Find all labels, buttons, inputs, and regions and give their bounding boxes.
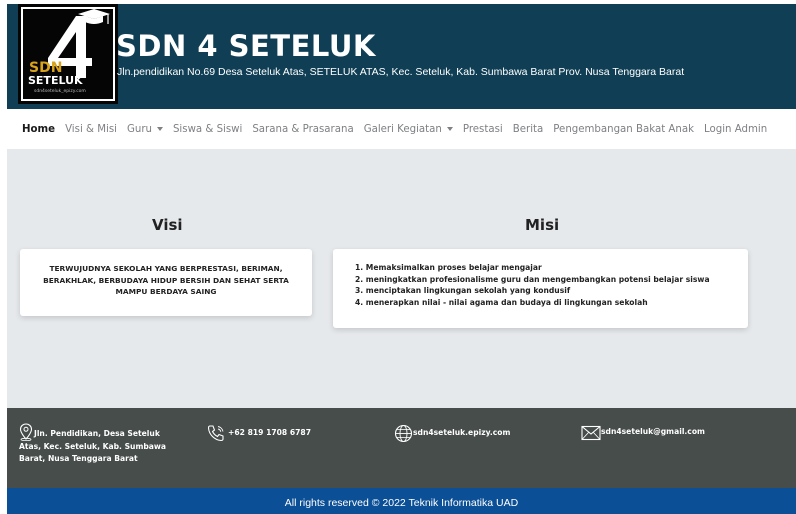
- school-logo[interactable]: SDN SETELUK sdn4seteluk_epizy.com: [18, 4, 118, 104]
- misi-item: 1. Memaksimalkan proses belajar mengajar: [355, 263, 542, 272]
- nav-item-label[interactable]: Berita: [513, 124, 544, 135]
- caret-down-icon[interactable]: [446, 127, 453, 131]
- misi-list: 1. Memaksimalkan proses belajar mengajar…: [355, 262, 710, 308]
- svg-text:sdn4seteluk_epizy.com: sdn4seteluk_epizy.com: [34, 88, 86, 94]
- logo-4-icon: SDN SETELUK sdn4seteluk_epizy.com: [18, 4, 118, 104]
- envelope-icon: [581, 425, 601, 441]
- site-address: Jln.pendidikan No.69 Desa Seteluk Atas, …: [117, 66, 685, 78]
- misi-heading: Misi: [525, 216, 560, 234]
- footer-email[interactable]: sdn4seteluk@gmail.com: [601, 426, 705, 439]
- nav-item-label[interactable]: Guru: [127, 124, 152, 135]
- site-header: SDN SETELUK sdn4seteluk_epizy.com SDN 4 …: [7, 4, 796, 109]
- copyright-bar: All rights reserved © 2022 Teknik Inform…: [7, 488, 796, 514]
- main-content: Visi TERWUJUDNYA SEKOLAH YANG BERPRESTAS…: [7, 149, 796, 408]
- site-title: SDN 4 SETELUK: [116, 29, 376, 63]
- visi-text: TERWUJUDNYA SEKOLAH YANG BERPRESTASI, BE…: [43, 264, 289, 296]
- nav-item-berita[interactable]: Berita: [513, 124, 544, 135]
- nav-item-prestasi[interactable]: Prestasi: [463, 124, 503, 135]
- footer-website[interactable]: sdn4seteluk.epizy.com: [413, 427, 510, 440]
- nav-item-sarana-prasarana[interactable]: Sarana & Prasarana: [252, 124, 353, 135]
- nav-item-galeri-kegiatan[interactable]: Galeri Kegiatan: [364, 124, 453, 135]
- site-footer: Jln. Pendidikan, Desa Seteluk Atas, Kec.…: [7, 408, 796, 488]
- misi-card: 1. Memaksimalkan proses belajar mengajar…: [333, 249, 748, 328]
- nav-item-siswa-siswi[interactable]: Siswa & Siswi: [173, 124, 242, 135]
- globe-icon: [394, 424, 413, 443]
- phone-icon: [206, 424, 226, 442]
- nav-item-guru[interactable]: Guru: [127, 124, 163, 135]
- nav-item-label[interactable]: Sarana & Prasarana: [252, 124, 353, 135]
- nav-item-label[interactable]: Pengembangan Bakat Anak: [553, 124, 694, 135]
- misi-item: 2. meningkatkan profesionalisme guru dan…: [355, 274, 710, 284]
- nav-item-label[interactable]: Home: [22, 124, 55, 135]
- visi-heading: Visi: [152, 216, 183, 234]
- nav-item-label[interactable]: Prestasi: [463, 124, 503, 135]
- nav-item-label[interactable]: Galeri Kegiatan: [364, 124, 442, 135]
- nav-item-visi-misi[interactable]: Visi & Misi: [65, 124, 117, 135]
- nav-item-label[interactable]: Visi & Misi: [65, 124, 117, 135]
- nav-list: Home Visi & Misi Guru Siswa & Siswi Sara…: [22, 109, 777, 149]
- caret-down-icon[interactable]: [156, 127, 163, 131]
- footer-address: Jln. Pendidikan, Desa Seteluk Atas, Kec.…: [19, 429, 167, 464]
- footer-phone[interactable]: +62 819 1708 6787: [228, 427, 311, 440]
- nav-item-home[interactable]: Home: [22, 124, 55, 135]
- misi-item: 4. menerapkan nilai - nilai agama dan bu…: [355, 297, 648, 307]
- misi-item: 3. menciptakan lingkungan sekolah yang k…: [355, 286, 571, 296]
- svg-text:SETELUK: SETELUK: [28, 74, 83, 87]
- nav-item-login-admin[interactable]: Login Admin: [704, 124, 767, 135]
- visi-card: TERWUJUDNYA SEKOLAH YANG BERPRESTASI, BE…: [20, 249, 312, 316]
- nav-item-label[interactable]: Siswa & Siswi: [173, 124, 242, 135]
- main-navbar: Home Visi & Misi Guru Siswa & Siswi Sara…: [7, 109, 796, 149]
- nav-item-pengembangan-bakat-anak[interactable]: Pengembangan Bakat Anak: [553, 124, 694, 135]
- nav-item-label[interactable]: Login Admin: [704, 124, 767, 135]
